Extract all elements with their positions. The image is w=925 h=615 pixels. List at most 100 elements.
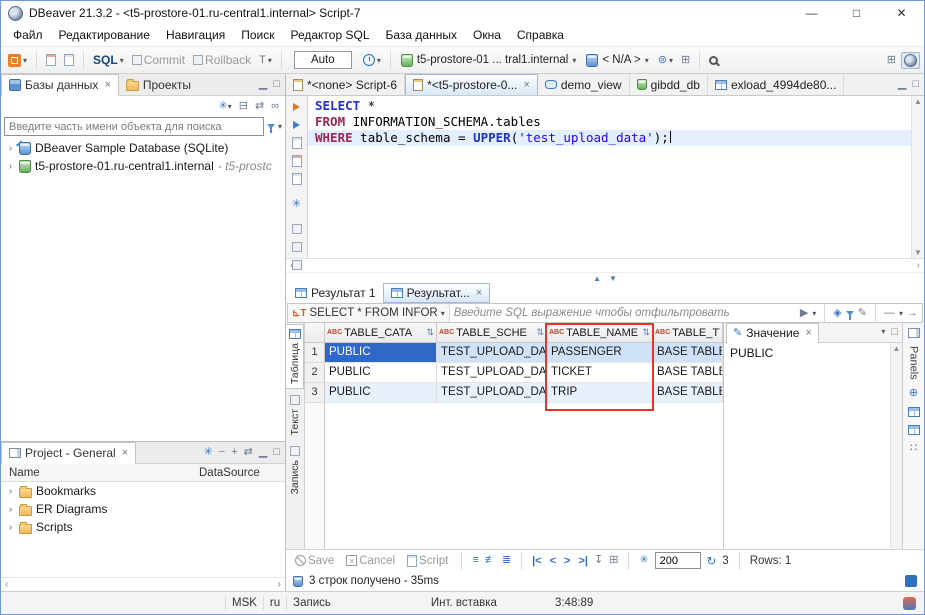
editor-results-sash[interactable]: ▲ ▼ bbox=[286, 273, 924, 283]
grid-empty-area[interactable] bbox=[305, 403, 723, 549]
open-sql-script-button[interactable] bbox=[43, 50, 59, 71]
results-tab-1[interactable]: Результат 1 bbox=[288, 283, 383, 303]
maximize-button[interactable]: □ bbox=[834, 1, 879, 25]
editor-tab-exload[interactable]: exload_4994de80... bbox=[708, 74, 844, 95]
collapse-icon[interactable]: − bbox=[219, 447, 225, 458]
minimize-panel-icon[interactable]: ▁ bbox=[259, 79, 267, 90]
expander-icon[interactable]: › bbox=[6, 486, 15, 497]
add-row-icon[interactable]: ≢ bbox=[485, 555, 496, 566]
column-header-table-ty[interactable]: ABCTABLE_TY bbox=[653, 323, 723, 343]
chevron-down-icon[interactable]: ▾ bbox=[278, 122, 282, 131]
panel-menu-icon[interactable]: ▾ bbox=[899, 309, 903, 318]
edit-filter-icon[interactable]: ✎ bbox=[858, 308, 867, 319]
last-row-button[interactable]: >| bbox=[578, 555, 588, 567]
filter-funnel-icon[interactable] bbox=[846, 311, 854, 316]
editor-tab-demo-view[interactable]: demo_view bbox=[538, 74, 630, 95]
tab-project-general[interactable]: Project - General × bbox=[1, 442, 136, 464]
editor-tab-script6[interactable]: *<none> Script-6 bbox=[286, 74, 405, 95]
cell-table-cata[interactable]: PUBLIC bbox=[325, 363, 437, 383]
first-row-button[interactable]: |< bbox=[532, 555, 542, 567]
expander-icon[interactable]: › bbox=[6, 161, 15, 172]
perspective-table-button[interactable]: ⊞ bbox=[884, 50, 899, 71]
tree-item-t5-prostore[interactable]: › t5-prostore-01.ru-central1.internal - … bbox=[1, 157, 285, 175]
cell-table-sche[interactable]: TEST_UPLOAD_DAT bbox=[437, 343, 547, 363]
expander-icon[interactable]: › bbox=[6, 504, 15, 515]
refresh-icon[interactable]: ↻ bbox=[707, 554, 717, 568]
cell-table-cata[interactable]: PUBLIC bbox=[325, 343, 437, 363]
maximize-panel-icon[interactable]: □ bbox=[273, 447, 280, 458]
editor-settings-gear-icon[interactable]: ✳ bbox=[290, 198, 303, 211]
object-search-input[interactable]: Введите часть имени объекта для поиска bbox=[4, 117, 264, 136]
menu-sql-editor[interactable]: Редактор SQL bbox=[282, 25, 377, 46]
row-number[interactable]: 1 bbox=[305, 343, 325, 363]
execute-script-icon[interactable] bbox=[290, 136, 303, 149]
notification-icon[interactable] bbox=[905, 575, 917, 587]
menu-help[interactable]: Справка bbox=[509, 25, 572, 46]
tree-item-sample-database[interactable]: › ✓ DBeaver Sample Database (SQLite) bbox=[1, 139, 285, 157]
row-number-header[interactable] bbox=[305, 323, 325, 343]
prev-row-button[interactable]: < bbox=[550, 555, 556, 567]
edit-row-icon[interactable]: ≡ bbox=[472, 555, 478, 566]
write-mode-indicator[interactable]: Запись bbox=[293, 597, 331, 609]
filter-history-icon[interactable]: ▾ bbox=[812, 309, 816, 318]
metadata-panel-icon[interactable] bbox=[908, 425, 920, 435]
explain-plan-icon[interactable] bbox=[290, 154, 303, 167]
fetch-all-icon[interactable]: ⊞ bbox=[609, 555, 618, 566]
cancel-button[interactable]: ×Cancel bbox=[343, 550, 398, 571]
duplicate-row-icon[interactable]: ≣ bbox=[502, 555, 511, 566]
new-connection-button[interactable]: ▾ bbox=[5, 50, 30, 71]
presentation-tab-grid[interactable]: Таблица bbox=[286, 324, 304, 389]
close-icon[interactable]: × bbox=[122, 447, 128, 459]
editor-vscrollbar[interactable]: ▲ ▼ bbox=[911, 96, 924, 258]
minimize-results-icon[interactable]: — bbox=[884, 308, 895, 319]
row-number[interactable]: 3 bbox=[305, 383, 325, 403]
aggregate-panel-icon[interactable]: ∷ bbox=[910, 443, 917, 454]
scroll-left-icon[interactable]: ‹ bbox=[5, 579, 8, 590]
sash-up-icon[interactable]: ▲ bbox=[593, 274, 601, 283]
execute-statement-icon[interactable] bbox=[290, 100, 303, 113]
expand-icon[interactable]: + bbox=[231, 447, 237, 458]
next-panel-icon[interactable]: → bbox=[907, 308, 918, 319]
apply-filter-icon[interactable]: ▶ bbox=[800, 308, 808, 319]
add-panel-icon[interactable]: ⊕ bbox=[909, 388, 918, 399]
filter-expression-input[interactable]: Введите SQL выражение чтобы отфильтроват… bbox=[454, 307, 796, 319]
save-button[interactable]: Save bbox=[292, 550, 337, 571]
insert-mode-indicator[interactable]: Инт. вставка bbox=[431, 597, 497, 609]
script-export-icon[interactable] bbox=[290, 172, 303, 185]
minimize-panel-icon[interactable]: ▁ bbox=[259, 447, 267, 458]
cell-table-name[interactable]: TICKET bbox=[547, 363, 653, 383]
link-icon[interactable]: ⇄ bbox=[244, 447, 253, 458]
close-icon[interactable]: × bbox=[476, 287, 482, 299]
minimize-panel-icon[interactable]: ▁ bbox=[898, 79, 906, 90]
row-number[interactable]: 2 bbox=[305, 363, 325, 383]
cell-table-sche[interactable]: TEST_UPLOAD_DAT bbox=[437, 383, 547, 403]
connection-actions-icon[interactable]: ✳▾ bbox=[218, 101, 231, 112]
close-icon[interactable]: × bbox=[104, 79, 110, 91]
rollback-button[interactable]: Rollback bbox=[190, 50, 254, 71]
column-datasource[interactable]: DataSource bbox=[199, 467, 285, 479]
sort-icon[interactable]: ⇅ bbox=[642, 327, 650, 338]
tree-item-bookmarks[interactable]: › Bookmarks bbox=[1, 482, 285, 500]
maximize-panel-icon[interactable]: □ bbox=[912, 79, 919, 90]
link-with-editor-icon[interactable]: ⇄ bbox=[255, 101, 264, 112]
timezone-indicator[interactable]: MSK bbox=[232, 597, 257, 609]
presentation-tab-text[interactable]: Текст bbox=[286, 391, 304, 439]
scroll-right-icon[interactable]: › bbox=[917, 260, 920, 271]
collapse-all-icon[interactable]: ⊟ bbox=[239, 101, 248, 112]
perspective-dbeaver-button[interactable] bbox=[901, 52, 920, 69]
network-button[interactable]: ⊞ bbox=[678, 50, 693, 71]
sash-down-icon[interactable]: ▼ bbox=[609, 274, 617, 283]
maximize-panel-icon[interactable]: □ bbox=[891, 327, 898, 338]
commit-mode-combo[interactable]: Auto bbox=[294, 51, 352, 69]
expand-query-icon[interactable]: ▾ bbox=[441, 309, 445, 318]
maximize-panel-icon[interactable]: □ bbox=[273, 79, 280, 90]
menu-file[interactable]: Файл bbox=[5, 25, 51, 46]
scroll-right-icon[interactable]: › bbox=[278, 579, 281, 590]
fetch-next-icon[interactable]: ↧ bbox=[594, 555, 603, 566]
menu-navigate[interactable]: Навигация bbox=[158, 25, 233, 46]
sort-icon[interactable]: ⇅ bbox=[426, 327, 434, 338]
script-button[interactable]: Script bbox=[404, 550, 451, 571]
query-history-button[interactable]: ▾ bbox=[360, 50, 384, 71]
sort-icon[interactable]: ⇅ bbox=[536, 327, 544, 338]
cell-table-ty[interactable]: BASE TABLE bbox=[653, 363, 723, 383]
